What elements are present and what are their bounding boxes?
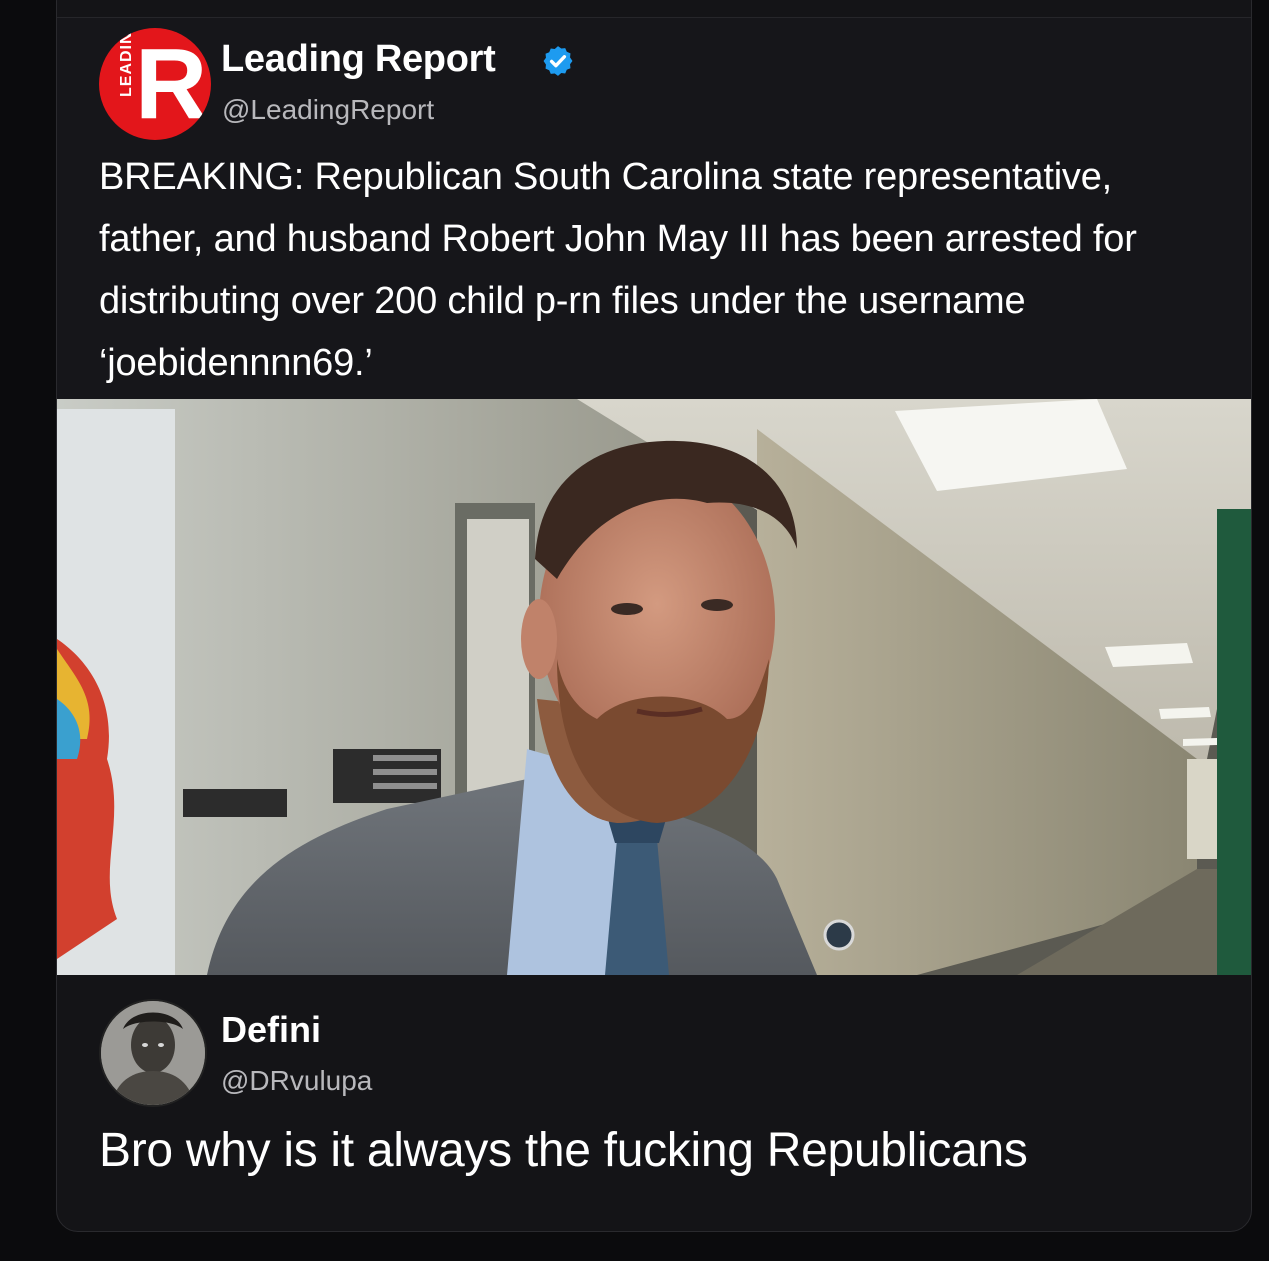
reply-handle[interactable]: @DRvulupa xyxy=(221,1065,372,1097)
quoted-account-name[interactable]: Leading Report xyxy=(221,38,496,81)
news-photo-icon xyxy=(57,399,1251,975)
reply-text: Bro why is it always the fucking Republi… xyxy=(99,1124,1028,1177)
reply-avatar[interactable] xyxy=(99,999,207,1107)
user-avatar-icon xyxy=(101,1001,205,1105)
news-photo[interactable] xyxy=(57,399,1251,975)
quoted-handle[interactable]: @LeadingReport xyxy=(222,94,434,126)
quoted-tweet-text: BREAKING: Republican South Carolina stat… xyxy=(99,156,1137,384)
verified-badge-icon xyxy=(543,46,573,76)
reply-account-name[interactable]: Defini xyxy=(221,1009,321,1051)
logo-letter: R xyxy=(135,28,208,140)
quoted-tweet[interactable]: R LEADING Leading Report @LeadingReport … xyxy=(57,17,1251,400)
reply-tweet[interactable]: Defini @DRvulupa Bro why is it always th… xyxy=(57,975,1251,1231)
leading-report-logo[interactable]: R LEADING xyxy=(99,28,211,140)
logo-side-text: LEADING xyxy=(118,28,135,97)
tweet-card[interactable]: R LEADING Leading Report @LeadingReport … xyxy=(56,0,1252,1232)
